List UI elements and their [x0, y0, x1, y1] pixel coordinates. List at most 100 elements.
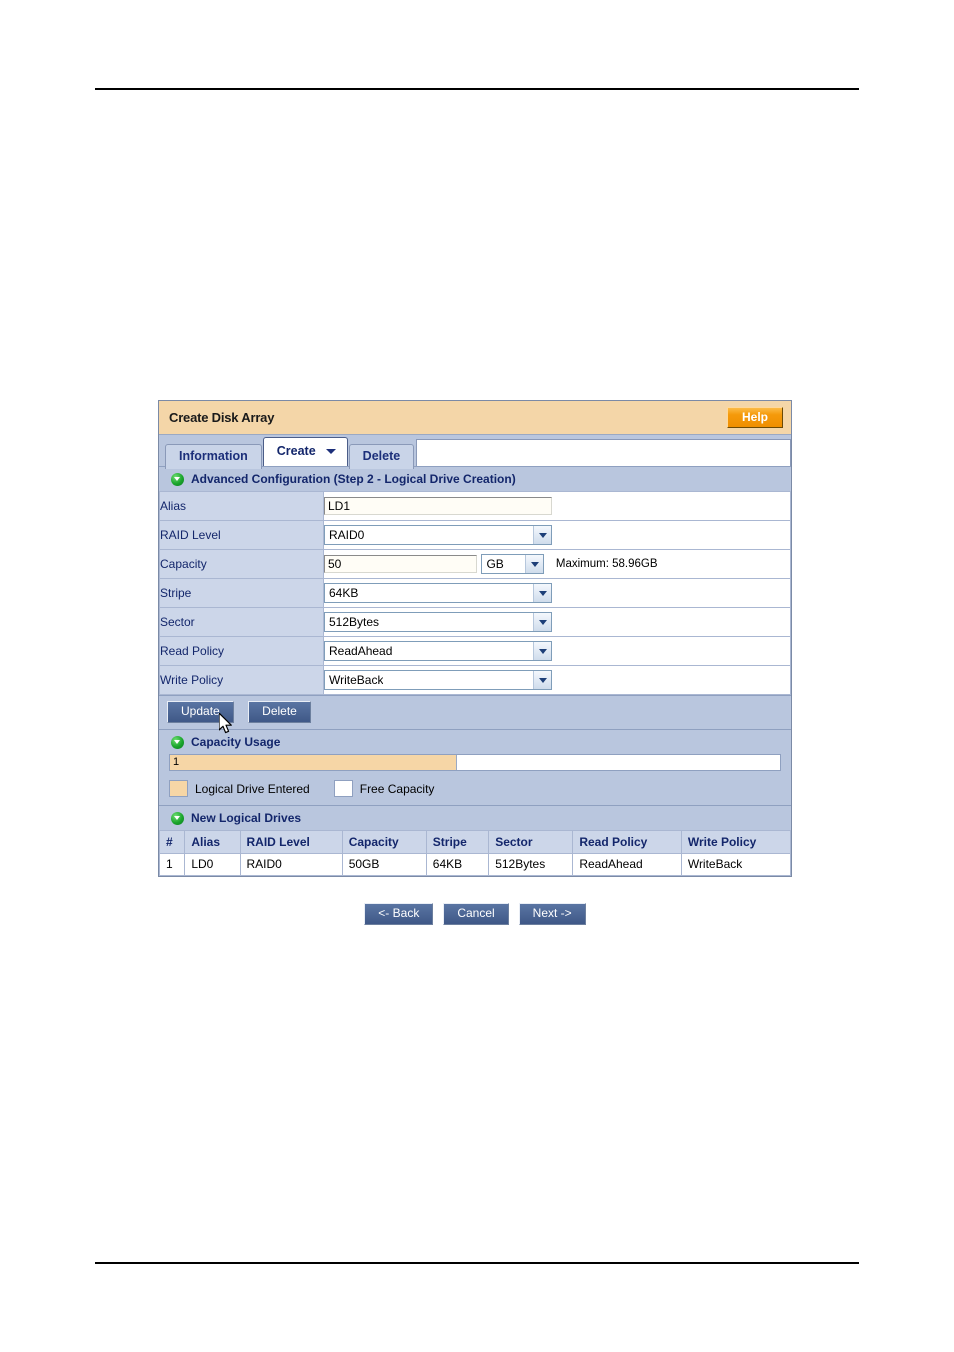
- collapse-green-icon[interactable]: [171, 472, 184, 486]
- tab-strip: Information Create Delete: [159, 435, 791, 469]
- chevron-down-icon[interactable]: [325, 449, 336, 454]
- stripe-select[interactable]: 64KB: [324, 583, 552, 603]
- column-header-2: RAID Level: [239, 830, 343, 854]
- form-row-alias: Alias: [159, 491, 791, 521]
- cell-7: WriteBack: [680, 853, 792, 876]
- field-sector: 512Bytes: [323, 607, 791, 637]
- chevron-down-icon[interactable]: [533, 671, 551, 689]
- label-raid-level: RAID Level: [159, 520, 324, 550]
- tab-strip-filler: [416, 439, 791, 466]
- advanced-configuration-form: Alias RAID Level RAID0 Capacity GB: [159, 491, 791, 695]
- cell-1: LD0: [184, 853, 241, 876]
- column-header-3: Capacity: [341, 830, 427, 854]
- capacity-used-segment: 1: [170, 755, 457, 770]
- chevron-down-icon[interactable]: [533, 526, 551, 544]
- chevron-down-icon[interactable]: [533, 584, 551, 602]
- label-sector: Sector: [159, 607, 324, 637]
- label-read-policy: Read Policy: [159, 636, 324, 666]
- new-logical-drives-table: # Alias RAID Level Capacity Stripe Sector Read…: [158, 830, 792, 876]
- collapse-green-icon[interactable]: [171, 811, 184, 825]
- raid-level-value: RAID0: [329, 528, 365, 542]
- write-policy-select[interactable]: WriteBack: [324, 670, 552, 690]
- back-button[interactable]: <- Back: [364, 903, 434, 925]
- section-title-new-logical-drives: New Logical Drives: [191, 811, 302, 825]
- label-write-policy: Write Policy: [159, 665, 324, 695]
- form-row-raid-level: RAID Level RAID0: [159, 520, 791, 550]
- legend-swatch-logical-drive-entered: [169, 780, 188, 797]
- legend-label-free-capacity: Free Capacity: [359, 781, 435, 796]
- label-stripe: Stripe: [159, 578, 324, 608]
- legend-label-logical-drive-entered: Logical Drive Entered: [195, 781, 310, 796]
- capacity-free-segment: [456, 755, 780, 770]
- column-header-0: #: [158, 830, 186, 854]
- update-button[interactable]: Update: [167, 701, 234, 723]
- read-policy-select[interactable]: ReadAhead: [324, 641, 552, 661]
- cell-5: 512Bytes: [488, 853, 574, 876]
- cell-6: ReadAhead: [572, 853, 682, 876]
- table-header-row: # Alias RAID Level Capacity Stripe Sector Read…: [158, 830, 792, 854]
- cell-3: 50GB: [341, 853, 427, 876]
- write-policy-value: WriteBack: [329, 673, 384, 687]
- form-action-row: Update Delete: [159, 695, 791, 729]
- section-title-advanced-configuration: Advanced Configuration (Step 2 - Logical…: [191, 472, 516, 486]
- table-body: 1 LD0 RAID0 50GB 64KB 512Bytes ReadAhead WriteB…: [158, 853, 792, 876]
- form-row-read-policy: Read Policy ReadAhead: [159, 636, 791, 666]
- alias-input[interactable]: [324, 496, 552, 515]
- form-row-stripe: Stripe 64KB: [159, 578, 791, 608]
- tab-create-label: Create: [276, 444, 316, 458]
- label-alias: Alias: [159, 491, 324, 521]
- capacity-usage-legend: Logical Drive Entered Free Capacity: [169, 780, 781, 797]
- label-capacity: Capacity: [159, 549, 324, 579]
- field-stripe: 64KB: [323, 578, 791, 608]
- cell-0: 1: [158, 853, 186, 876]
- section-header-advanced-configuration[interactable]: Advanced Configuration (Step 2 - Logical…: [159, 466, 791, 491]
- cell-2: RAID0: [239, 853, 343, 876]
- page-footer-rule: [95, 1262, 859, 1264]
- wizard-navigation: <- Back Cancel Next ->: [158, 903, 792, 925]
- field-write-policy: WriteBack: [323, 665, 791, 695]
- capacity-unit-select[interactable]: GB: [481, 554, 545, 574]
- stripe-value: 64KB: [329, 586, 359, 600]
- page-header-rule: [95, 88, 859, 90]
- chevron-down-icon[interactable]: [533, 613, 551, 631]
- section-header-capacity-usage[interactable]: Capacity Usage: [159, 729, 791, 754]
- field-read-policy: ReadAhead: [323, 636, 791, 666]
- delete-button[interactable]: Delete: [248, 701, 311, 723]
- tab-delete[interactable]: Delete: [348, 444, 415, 469]
- tab-create[interactable]: Create: [262, 437, 348, 466]
- read-policy-value: ReadAhead: [329, 644, 393, 658]
- column-header-7: Write Policy: [680, 830, 792, 854]
- column-header-4: Stripe: [425, 830, 490, 854]
- cell-4: 64KB: [425, 853, 490, 876]
- column-header-5: Sector: [488, 830, 574, 854]
- column-header-1: Alias: [184, 830, 241, 854]
- section-title-capacity-usage: Capacity Usage: [191, 735, 281, 749]
- table-row[interactable]: 1 LD0 RAID0 50GB 64KB 512Bytes ReadAhead WriteB…: [158, 853, 792, 876]
- page-title: Create Disk Array: [169, 410, 275, 425]
- collapse-green-icon[interactable]: [171, 735, 184, 749]
- raid-level-select[interactable]: RAID0: [324, 525, 552, 545]
- capacity-usage-bar: 1: [169, 754, 781, 771]
- chevron-down-icon[interactable]: [525, 555, 544, 573]
- column-header-6: Read Policy: [572, 830, 682, 854]
- next-button[interactable]: Next ->: [518, 903, 586, 925]
- field-alias: [323, 491, 791, 521]
- create-disk-array-panel: Create Disk Array Help Information Creat…: [158, 400, 792, 877]
- legend-swatch-free-capacity: [333, 780, 353, 797]
- field-raid-level: RAID0: [323, 520, 791, 550]
- sector-select[interactable]: 512Bytes: [324, 612, 552, 632]
- cancel-button[interactable]: Cancel: [443, 903, 509, 925]
- help-button[interactable]: Help: [726, 407, 783, 428]
- form-row-sector: Sector 512Bytes: [159, 607, 791, 637]
- section-header-new-logical-drives[interactable]: New Logical Drives: [159, 805, 791, 830]
- tab-information[interactable]: Information: [165, 444, 262, 469]
- form-row-write-policy: Write Policy WriteBack: [159, 665, 791, 695]
- form-row-capacity: Capacity GB Maximum: 58.96GB: [159, 549, 791, 579]
- panel-titlebar: Create Disk Array Help: [159, 401, 791, 435]
- sector-value: 512Bytes: [329, 615, 380, 629]
- capacity-usage-body: 1 Logical Drive Entered Free Capacity: [159, 754, 791, 805]
- capacity-unit-value: GB: [486, 557, 504, 571]
- capacity-input[interactable]: [324, 555, 477, 573]
- chevron-down-icon[interactable]: [533, 642, 551, 660]
- capacity-maximum-text: Maximum: 58.96GB: [555, 558, 658, 570]
